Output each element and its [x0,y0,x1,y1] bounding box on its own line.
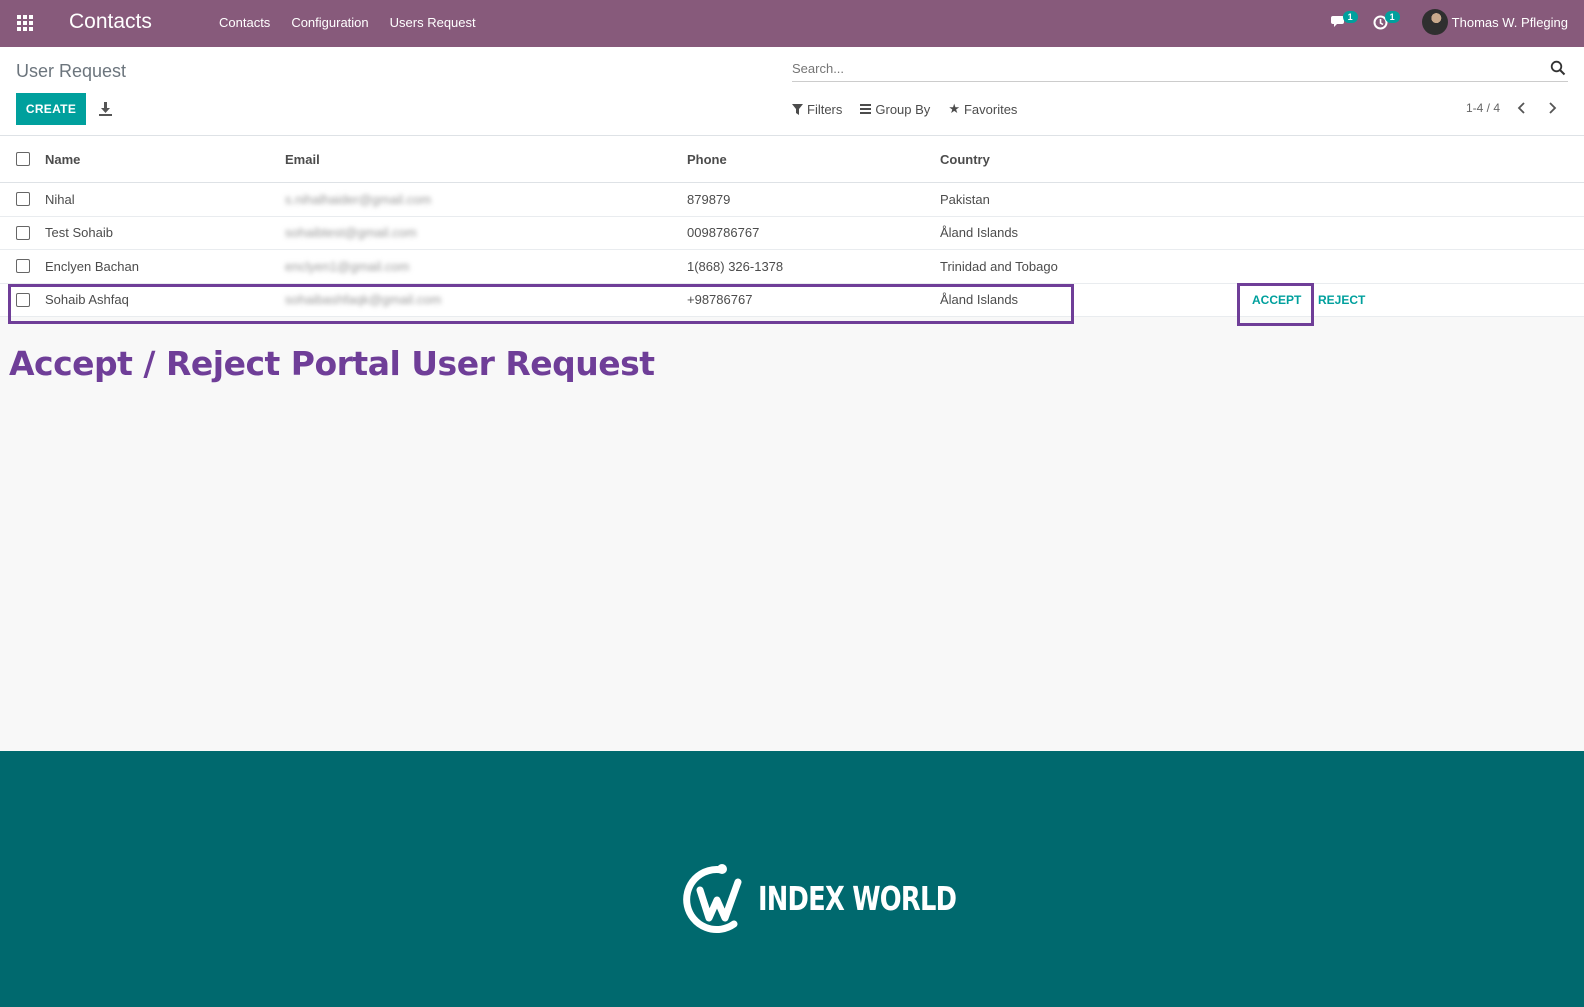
user-request-table: Name Email Phone Country Nihal s.nihalha… [0,136,1584,317]
filter-icon [792,103,803,115]
header-name[interactable]: Name [45,152,80,167]
cell-name: Nihal [45,191,75,207]
table-row[interactable]: Nihal s.nihalhaider@gmail.com 879879 Pak… [0,183,1584,217]
logo-mark-icon [683,864,742,934]
accept-button[interactable]: ACCEPT [1252,293,1301,307]
menu-item-configuration[interactable]: Configuration [291,15,368,30]
apps-menu-icon[interactable] [17,15,35,33]
user-name: Thomas W. Pfleging [1451,14,1568,30]
cell-phone: 0098786767 [687,225,760,241]
pager-value[interactable]: 1-4 / 4 [1466,101,1500,115]
star-icon: ★ [948,101,960,116]
search-icon[interactable] [1550,60,1566,76]
row-checkbox[interactable] [16,259,30,274]
favorites-label: Favorites [963,101,1018,117]
chevron-left-icon[interactable] [1514,100,1530,116]
table-row[interactable]: Enclyen Bachan enclyen1@gmail.com 1(868)… [0,250,1584,284]
control-panel: User Request CREATE Filters Group By ★ F… [0,47,1584,136]
group-by-button[interactable]: Group By [860,101,930,117]
table-header: Name Email Phone Country [0,136,1584,183]
activities-count-badge: 1 [1384,10,1400,23]
cell-email: s.nihalhaider@gmail.com [285,191,432,207]
table-row[interactable]: Sohaib Ashfaq sohaibashfaqk@gmail.com +9… [0,283,1584,317]
download-icon[interactable] [99,102,112,116]
menu-item-contacts[interactable]: Contacts [219,15,270,30]
cell-phone: 1(868) 326-1378 [687,258,784,274]
create-button[interactable]: CREATE [16,93,86,125]
avatar [1421,9,1448,35]
chevron-right-icon[interactable] [1544,100,1560,116]
row-checkbox[interactable] [16,225,30,240]
top-navbar: Contacts Contacts Configuration Users Re… [0,0,1584,47]
cell-email: enclyen1@gmail.com [285,258,410,274]
app-title: Contacts [69,10,152,33]
cell-country: Trinidad and Tobago [940,258,1058,274]
cell-country: Åland Islands [940,225,1019,241]
messages-button[interactable]: 1 [1330,11,1358,29]
cell-name: Test Sohaib [45,225,113,241]
favorites-button[interactable]: ★ Favorites [948,101,1017,117]
list-icon [860,104,872,114]
breadcrumb: User Request [16,61,127,81]
cell-email: sohaibtest@gmail.com [285,225,417,241]
cell-country: Åland Islands [940,292,1019,308]
cell-email: sohaibashfaqk@gmail.com [285,292,442,308]
row-checkbox[interactable] [16,192,30,207]
logo: INDEX WORLD [676,860,1012,936]
messages-count-badge: 1 [1342,11,1358,23]
header-phone[interactable]: Phone [687,152,727,167]
row-checkbox[interactable] [16,292,30,307]
caption-heading: Accept / Reject Portal User Request [9,344,655,383]
cell-name: Sohaib Ashfaq [45,292,129,308]
search-bar [792,56,1568,82]
cell-phone: 879879 [687,191,731,207]
group-by-label: Group By [875,101,931,117]
menu-item-users-request[interactable]: Users Request [390,15,476,30]
cell-country: Pakistan [940,191,990,207]
filters-button[interactable]: Filters [792,101,842,117]
filters-label: Filters [807,101,843,117]
user-menu[interactable]: Thomas W. Pfleging [1421,9,1568,35]
main-menu: Contacts Configuration Users Request [219,15,476,30]
systray: 1 1 Thomas W. Pfleging [1330,9,1568,35]
logo-text: INDEX WORLD [758,878,957,918]
header-country[interactable]: Country [940,152,990,167]
activities-button[interactable]: 1 [1373,10,1400,30]
header-email[interactable]: Email [285,152,320,167]
cell-phone: +98786767 [687,292,753,308]
search-options: Filters Group By ★ Favorites [792,101,1017,117]
table-row[interactable]: Test Sohaib sohaibtest@gmail.com 0098786… [0,216,1584,250]
cell-name: Enclyen Bachan [45,258,139,274]
select-all-checkbox[interactable] [16,152,30,166]
reject-button[interactable]: REJECT [1318,293,1365,307]
search-input[interactable] [792,56,1532,80]
